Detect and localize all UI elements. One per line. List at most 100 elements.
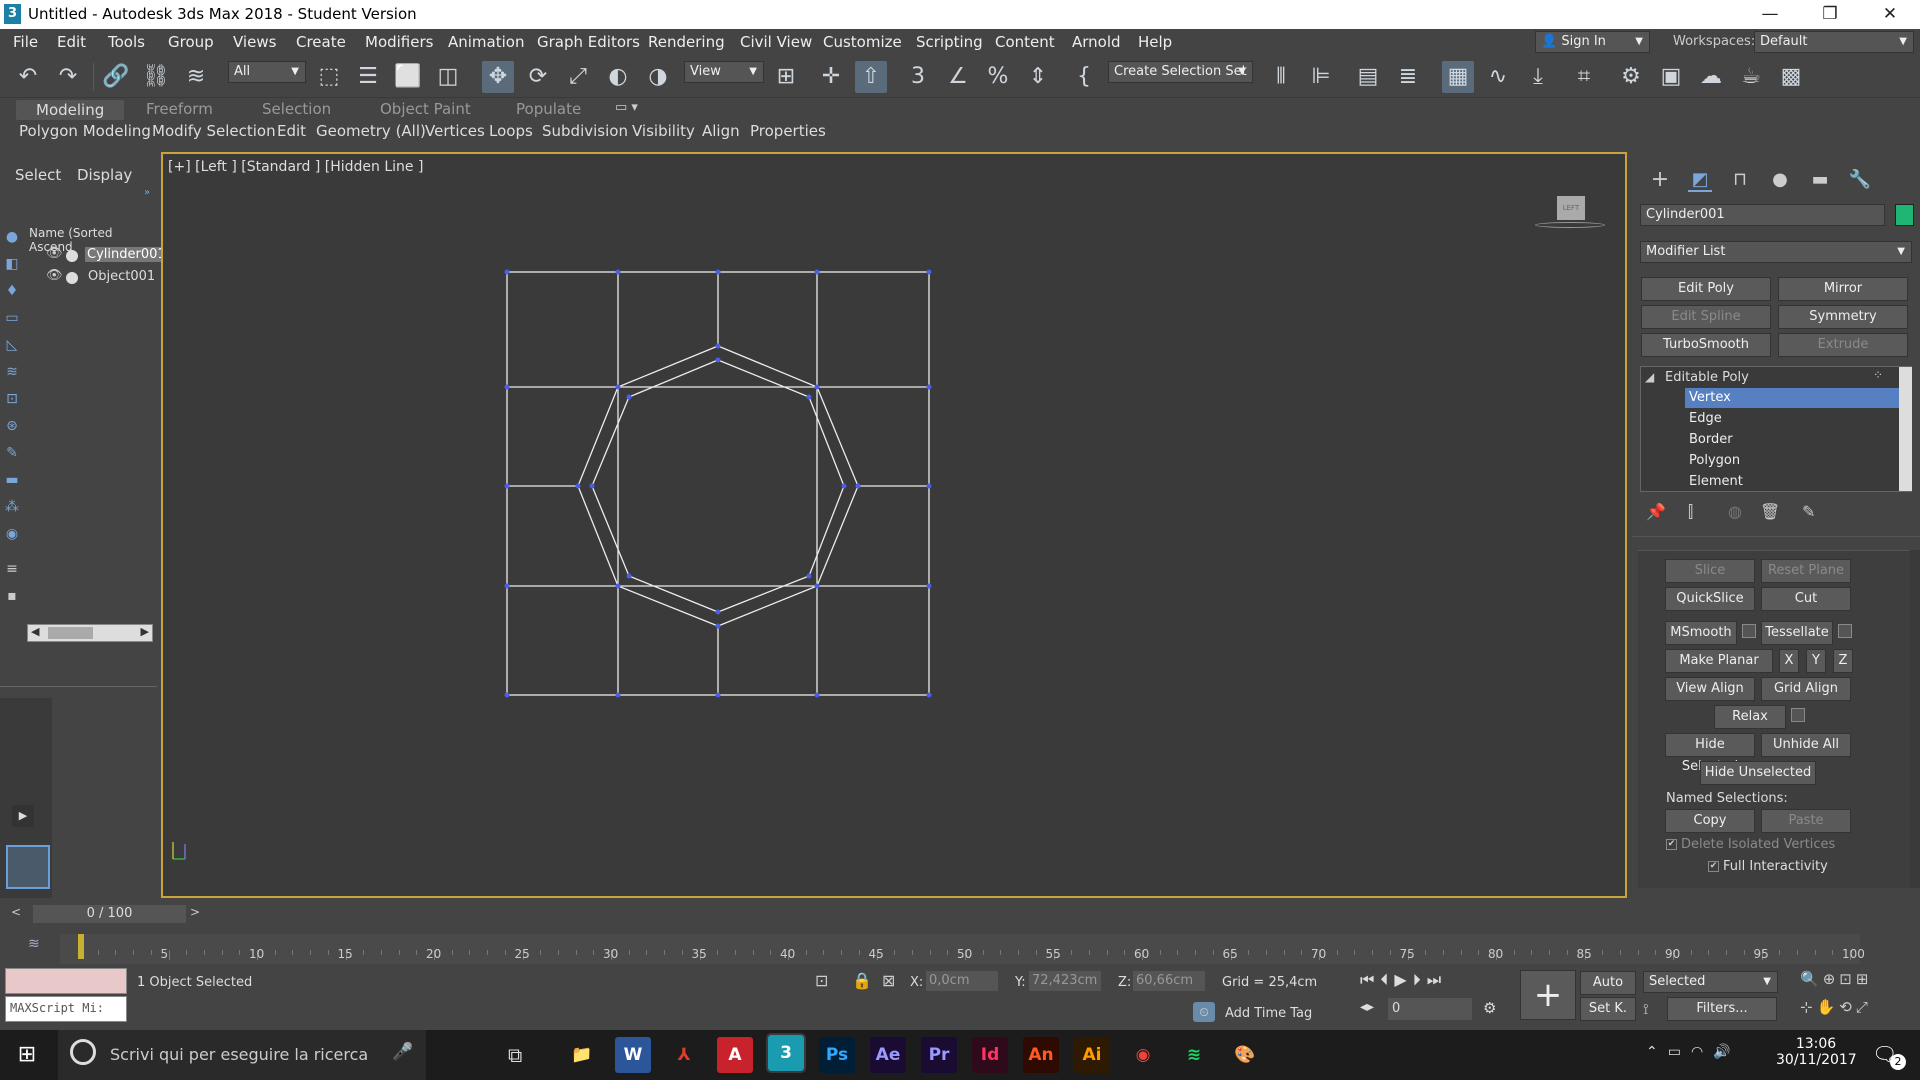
- goto-start-icon[interactable]: ⏮: [1360, 970, 1380, 989]
- stack-scrollbar[interactable]: [1899, 367, 1912, 491]
- render-toggle-icon[interactable]: [66, 272, 78, 284]
- taskbar-illustrator-icon[interactable]: Ai: [1074, 1037, 1110, 1073]
- reference-coordinate-dropdown[interactable]: View ▼: [684, 61, 764, 83]
- zoom-extents-icon[interactable]: ⊡: [1839, 970, 1856, 988]
- stack-edge[interactable]: Edge: [1685, 409, 1911, 429]
- scene-explorer-tab-display[interactable]: Display: [77, 166, 132, 184]
- next-frame-icon[interactable]: >: [190, 905, 206, 923]
- delete-isolated-vertices-checkbox[interactable]: ✔ Delete Isolated Vertices: [1666, 837, 1835, 852]
- modifier-list-dropdown[interactable]: Modifier List ▼: [1640, 241, 1912, 263]
- make-planar-z-button[interactable]: Z: [1833, 649, 1853, 673]
- ribbon-toggle-icon[interactable]: ▦: [1442, 61, 1474, 93]
- taskbar-spotify-icon[interactable]: ≋: [1176, 1037, 1212, 1073]
- hide-unselected-button[interactable]: Hide Unselected: [1700, 761, 1816, 785]
- motion-tab-icon[interactable]: ●: [1768, 168, 1792, 192]
- wifi-icon[interactable]: ◠: [1691, 1044, 1713, 1060]
- taskbar-acrobat-icon[interactable]: ⅄: [666, 1037, 702, 1073]
- ribbon-vertices[interactable]: Vertices: [425, 122, 485, 140]
- search-box[interactable]: Scrivi qui per eseguire la ricerca 🎤: [58, 1030, 426, 1080]
- z-coordinate-field[interactable]: 60,66cm: [1133, 971, 1205, 991]
- snaps-toggle-icon[interactable]: 3: [902, 61, 934, 93]
- ribbon-properties[interactable]: Properties: [750, 122, 826, 140]
- edit-named-selection-icon[interactable]: {: [1068, 61, 1100, 93]
- ribbon-polygon-modeling[interactable]: Polygon Modeling: [19, 122, 151, 140]
- next-key-icon[interactable]: ⏵: [1413, 970, 1427, 989]
- mirror-icon[interactable]: ⫴: [1265, 61, 1297, 93]
- goto-end-icon[interactable]: ⏭: [1427, 970, 1447, 989]
- filter-spacewarps-icon[interactable]: ≋: [3, 363, 21, 381]
- make-planar-button[interactable]: Make Planar: [1665, 649, 1773, 673]
- selection-filter-dropdown[interactable]: All ▼: [228, 61, 306, 83]
- set-key-large-button[interactable]: +: [1520, 970, 1576, 1020]
- close-icon[interactable]: ✕: [1865, 2, 1915, 27]
- filter-groups-icon[interactable]: ⊡: [3, 390, 21, 408]
- key-filters-icon[interactable]: ⟟: [1643, 1000, 1649, 1018]
- tessellate-settings-icon[interactable]: [1838, 624, 1852, 638]
- object-color-swatch[interactable]: [1895, 204, 1914, 226]
- stack-editable-poly[interactable]: Editable Poly: [1665, 368, 1749, 388]
- zoom-all-icon[interactable]: ⊕: [1823, 970, 1840, 988]
- y-coordinate-field[interactable]: 72,423cm: [1029, 971, 1101, 991]
- turbosmooth-button[interactable]: TurboSmooth: [1641, 333, 1771, 357]
- make-planar-x-button[interactable]: X: [1779, 649, 1799, 673]
- align-icon[interactable]: ⊫: [1305, 61, 1337, 93]
- menu-tools[interactable]: Tools: [108, 33, 145, 51]
- unhide-all-button[interactable]: Unhide All: [1761, 733, 1851, 757]
- material-editor-icon[interactable]: ⚙: [1615, 61, 1647, 93]
- list-item[interactable]: 👁 Object001: [28, 268, 155, 288]
- filter-none-icon[interactable]: ▪: [3, 587, 21, 605]
- tab-selection[interactable]: Selection: [262, 100, 331, 118]
- rotate-icon[interactable]: ⟳: [522, 61, 554, 93]
- command-panel-scrollbar[interactable]: [1910, 550, 1920, 888]
- microphone-icon[interactable]: 🎤: [392, 1042, 413, 1062]
- link-icon[interactable]: 🔗: [100, 61, 132, 93]
- copy-button[interactable]: Copy: [1665, 809, 1755, 833]
- bind-spacewarp-icon[interactable]: ≋: [180, 61, 212, 93]
- view-align-button[interactable]: View Align: [1665, 677, 1755, 701]
- grid-align-button[interactable]: Grid Align: [1761, 677, 1851, 701]
- render-production-icon[interactable]: ☕: [1735, 61, 1767, 93]
- ribbon-edit[interactable]: Edit: [277, 122, 306, 140]
- maximize-viewport-icon[interactable]: ⤢: [1856, 998, 1872, 1016]
- volume-icon[interactable]: 🔊: [1713, 1044, 1740, 1060]
- menu-arnold[interactable]: Arnold: [1072, 33, 1121, 51]
- panel-expand-icon[interactable]: »: [144, 187, 150, 198]
- taskbar-premiere-icon[interactable]: Pr: [921, 1037, 957, 1073]
- field-of-view-icon[interactable]: ⊹: [1800, 998, 1817, 1016]
- tessellate-button[interactable]: Tessellate: [1761, 621, 1833, 645]
- tray-chevron-up-icon[interactable]: ⌃: [1646, 1044, 1668, 1060]
- menu-scripting[interactable]: Scripting: [916, 33, 983, 51]
- curve-editor-icon[interactable]: ∿: [1482, 61, 1514, 93]
- scene-explorer-tab-select[interactable]: Select: [15, 166, 61, 184]
- configure-modifier-sets-icon[interactable]: ✎: [1802, 502, 1815, 521]
- rectangular-selection-icon[interactable]: ⬜: [392, 61, 424, 93]
- time-tag-icon[interactable]: ⏲: [1193, 1002, 1215, 1022]
- menu-modifiers[interactable]: Modifiers: [365, 33, 433, 51]
- filter-list-icon[interactable]: ≡: [3, 560, 21, 578]
- tab-modeling[interactable]: Modeling: [16, 100, 125, 120]
- edit-poly-button[interactable]: Edit Poly: [1641, 277, 1771, 301]
- eye-icon[interactable]: 👁: [46, 246, 63, 261]
- select-manipulate-icon[interactable]: ✛: [815, 61, 847, 93]
- render-setup-icon[interactable]: ▣: [1655, 61, 1687, 93]
- place-rotate-icon[interactable]: ◑: [642, 61, 674, 93]
- time-configuration-icon[interactable]: ⚙: [1483, 999, 1496, 1017]
- stack-element[interactable]: Element: [1685, 472, 1911, 491]
- scene-explorer-toggle-icon[interactable]: ▤: [1352, 61, 1384, 93]
- maxscript-listener[interactable]: [5, 968, 127, 994]
- relax-settings-icon[interactable]: [1791, 708, 1805, 722]
- filter-containers-icon[interactable]: ▬: [3, 471, 21, 489]
- viewport-left[interactable]: [+] [Left ] [Standard ] [Hidden Line ] L…: [161, 152, 1627, 898]
- taskbar-file-explorer-icon[interactable]: 📁: [564, 1037, 600, 1073]
- quickslice-button[interactable]: QuickSlice: [1665, 587, 1755, 611]
- select-by-name-icon[interactable]: ☰: [352, 61, 384, 93]
- make-planar-y-button[interactable]: Y: [1806, 649, 1826, 673]
- ribbon-loops[interactable]: Loops: [489, 122, 533, 140]
- time-config-toggle-icon[interactable]: ◂▸: [1360, 999, 1374, 1015]
- filter-cameras-icon[interactable]: ▭: [3, 309, 21, 327]
- sign-in-dropdown[interactable]: 👤 Sign In ▼: [1535, 31, 1650, 53]
- cut-button[interactable]: Cut: [1761, 587, 1851, 611]
- scale-icon[interactable]: ⤢: [562, 61, 594, 93]
- menu-edit[interactable]: Edit: [57, 33, 86, 51]
- angle-snap-icon[interactable]: ∠: [942, 61, 974, 93]
